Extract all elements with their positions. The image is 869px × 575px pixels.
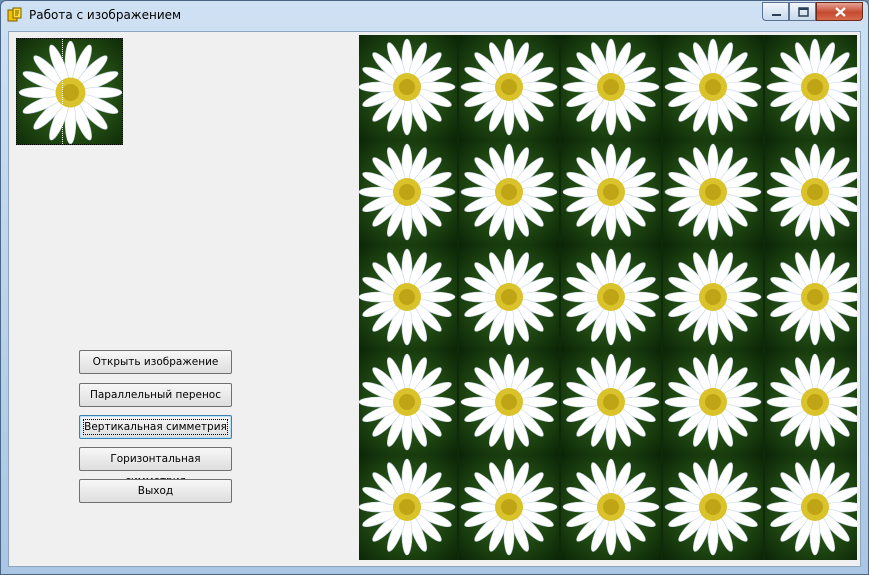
title-bar[interactable]: Работа с изображением bbox=[1, 1, 868, 31]
daisy-thumbnail-image bbox=[17, 39, 122, 144]
source-image-thumbnail bbox=[16, 38, 123, 145]
client-area: Открыть изображение Параллельный перенос… bbox=[8, 31, 861, 567]
daisy-tile bbox=[662, 349, 764, 456]
horizontal-symmetry-button[interactable]: Горизонтальная симметрия bbox=[79, 447, 232, 487]
daisy-tile bbox=[764, 244, 857, 351]
daisy-tile bbox=[458, 35, 560, 141]
vertical-symmetry-label: Вертикальная симметрия bbox=[84, 421, 227, 433]
minimize-button[interactable] bbox=[762, 2, 789, 21]
exit-label: Выход bbox=[137, 485, 174, 497]
daisy-tile bbox=[458, 454, 560, 560]
parallel-translate-button[interactable]: Параллельный перенос bbox=[79, 383, 232, 407]
daisy-tile bbox=[662, 454, 764, 560]
exit-button[interactable]: Выход bbox=[79, 479, 232, 503]
daisy-tile bbox=[458, 244, 560, 351]
maximize-button[interactable] bbox=[789, 2, 816, 21]
open-image-label: Открыть изображение bbox=[92, 356, 219, 368]
daisy-tile bbox=[560, 244, 662, 351]
close-button[interactable] bbox=[816, 2, 863, 21]
daisy-tile bbox=[764, 454, 857, 560]
app-window: Работа с изображением Открыть изображени… bbox=[0, 0, 869, 575]
tiled-daisy-image bbox=[359, 35, 857, 560]
vertical-symmetry-button[interactable]: Вертикальная симметрия bbox=[79, 415, 232, 439]
daisy-tile bbox=[359, 349, 458, 456]
result-image-canvas bbox=[359, 35, 857, 560]
minimize-icon bbox=[772, 14, 781, 16]
daisy-tile bbox=[359, 244, 458, 351]
daisy-tile bbox=[458, 139, 560, 246]
daisy-tile bbox=[662, 139, 764, 246]
daisy-tile bbox=[662, 35, 764, 141]
open-image-button[interactable]: Открыть изображение bbox=[79, 350, 232, 374]
daisy-tile bbox=[560, 454, 662, 560]
close-icon bbox=[835, 7, 846, 17]
daisy-tile bbox=[359, 35, 458, 141]
daisy-tile bbox=[458, 349, 560, 456]
maximize-icon bbox=[798, 7, 809, 17]
window-title: Работа с изображением bbox=[29, 8, 182, 22]
daisy-tile bbox=[560, 139, 662, 246]
daisy-tile bbox=[764, 139, 857, 246]
daisy-tile bbox=[560, 35, 662, 141]
app-icon bbox=[7, 7, 22, 22]
daisy-tile bbox=[359, 454, 458, 560]
daisy-tile bbox=[560, 349, 662, 456]
daisy-tile bbox=[359, 139, 458, 246]
daisy-tile bbox=[662, 244, 764, 351]
daisy-tile bbox=[764, 349, 857, 456]
parallel-translate-label: Параллельный перенос bbox=[89, 389, 222, 401]
tile-grid bbox=[359, 35, 857, 560]
daisy-tile bbox=[764, 35, 857, 141]
split-line bbox=[62, 39, 63, 144]
